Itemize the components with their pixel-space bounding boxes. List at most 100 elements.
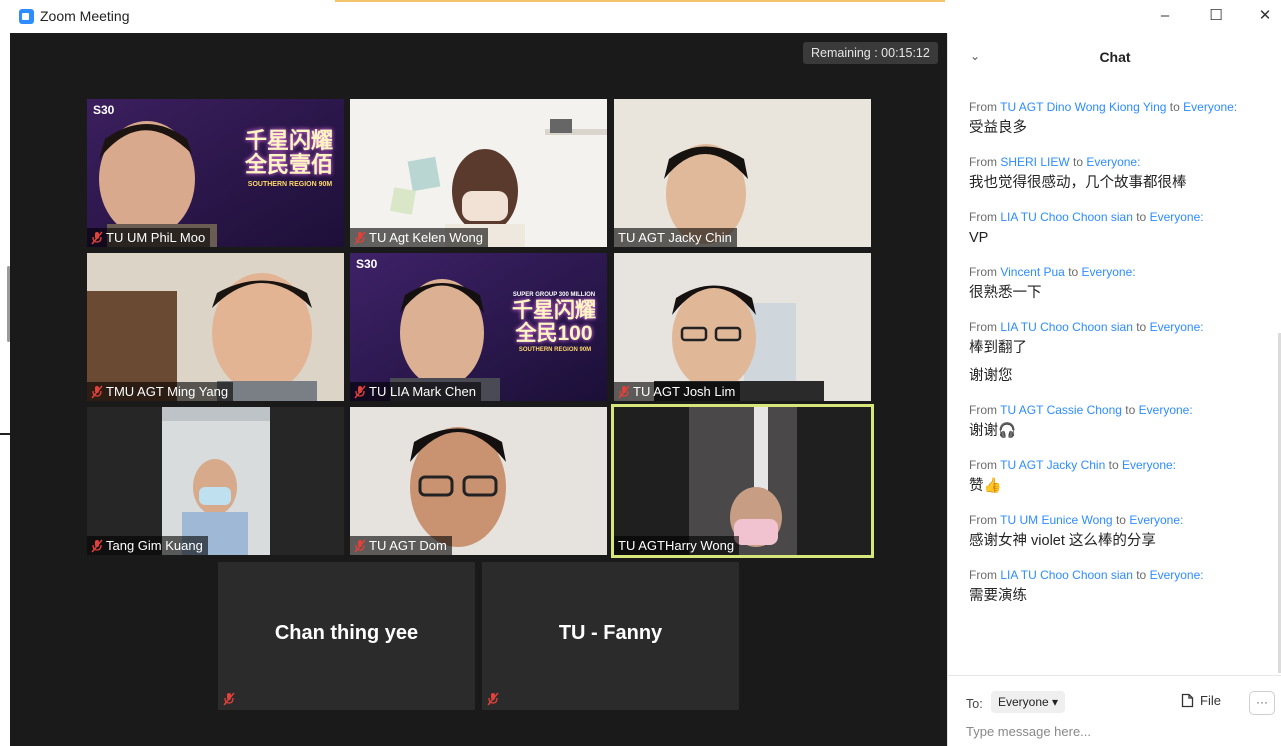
participant-name: TU AGT Jacky Chin <box>618 230 732 245</box>
recipient-name[interactable]: Everyone: <box>1082 265 1136 279</box>
recipient-name[interactable]: Everyone: <box>1183 100 1237 114</box>
chat-message: From SHERI LIEW to Everyone: 我也觉得很感动，几个故… <box>969 154 1269 193</box>
chat-message: From LIA TU Choo Choon sian to Everyone:… <box>969 209 1269 248</box>
participant-name: TU AGT Josh Lim <box>633 384 736 399</box>
recipient-select-value: Everyone <box>998 695 1049 709</box>
participant-name-label: TU LIA Mark Chen <box>350 382 481 401</box>
chat-message-text: 谢谢🎧 <box>969 423 1017 439</box>
from-label: From <box>969 458 997 472</box>
more-options-button[interactable]: ··· <box>1249 691 1275 715</box>
chat-title: Chat <box>1099 49 1131 65</box>
sender-name[interactable]: TU AGT Dino Wong Kiong Ying <box>1000 100 1166 114</box>
file-button-label: File <box>1200 693 1221 708</box>
from-label: From <box>969 320 997 334</box>
chat-message-text: 棒到翻了 <box>969 340 1027 356</box>
from-label: From <box>969 568 997 582</box>
video-frame <box>87 253 344 401</box>
sender-name[interactable]: LIA TU Choo Choon sian <box>1000 568 1133 582</box>
video-frame <box>614 253 871 401</box>
video-tile-tang-gim-kuang[interactable]: Tang Gim Kuang <box>87 407 344 555</box>
sender-name[interactable]: TU UM Eunice Wong <box>1000 513 1112 527</box>
recipient-name[interactable]: Everyone: <box>1150 210 1204 224</box>
close-button[interactable]: ✕ <box>1250 4 1280 28</box>
recipient-select[interactable]: Everyone ▾ <box>991 691 1066 713</box>
zoom-app-icon <box>19 9 34 24</box>
participant-name-label: TU AGT Jacky Chin <box>614 228 737 247</box>
recipient-name[interactable]: Everyone: <box>1139 403 1193 417</box>
chat-message: From TU UM Eunice Wong to Everyone: 感谢女神… <box>969 512 1269 551</box>
remaining-time-badge: Remaining : 00:15:12 <box>803 42 938 64</box>
participant-tile-no-video[interactable]: Chan thing yee <box>218 562 475 710</box>
chat-header: ⌄ Chat <box>948 33 1281 81</box>
sender-name[interactable]: TU AGT Cassie Chong <box>1000 403 1122 417</box>
participant-name-label: TMU AGT Ming Yang <box>87 382 234 401</box>
chat-composer: To: Everyone ▾ File ··· Type message her… <box>948 675 1281 746</box>
recipient-name[interactable]: Everyone: <box>1122 458 1176 472</box>
chat-message-text: 感谢女神 violet 这么棒的分享 <box>969 533 1156 549</box>
chat-message-text: VP <box>969 230 989 246</box>
minimize-button[interactable]: – <box>1150 4 1180 28</box>
to-label: to <box>1073 155 1084 169</box>
maximize-button[interactable]: ☐ <box>1201 4 1231 28</box>
from-label: From <box>969 403 997 417</box>
participant-name: TMU AGT Ming Yang <box>106 384 229 399</box>
chat-message-text: 我也觉得很感动，几个故事都很棒 <box>969 175 1187 191</box>
participant-name-label: TU UM PhiL Moo <box>87 228 211 247</box>
recipient-name[interactable]: Everyone: <box>1129 513 1183 527</box>
sender-name[interactable]: SHERI LIEW <box>1000 155 1069 169</box>
video-tile-harry-wong-active-speaker[interactable]: TU AGTHarry Wong <box>611 404 874 558</box>
mic-muted-icon <box>487 692 499 706</box>
message-input[interactable]: Type message here... <box>966 724 1091 739</box>
video-tile-mark-chen[interactable]: S30 SUPER GROUP 300 MILLION 千星闪耀 全民100 S… <box>350 253 607 401</box>
participant-display-name: Chan thing yee <box>274 622 419 644</box>
window-title: Zoom Meeting <box>40 8 130 24</box>
to-label: To: <box>966 697 983 711</box>
participant-name: TU AGT Dom <box>369 538 447 553</box>
chat-message: From TU AGT Dino Wong Kiong Ying to Ever… <box>969 99 1269 138</box>
mic-muted-icon <box>354 231 366 245</box>
video-frame <box>87 407 344 555</box>
chat-message-meta: From TU AGT Cassie Chong to Everyone: <box>969 402 1269 418</box>
event-banner-text: 千星闪耀 全民100 <box>512 299 596 345</box>
sender-name[interactable]: LIA TU Choo Choon sian <box>1000 210 1133 224</box>
file-icon <box>1181 693 1194 708</box>
video-tile-ming-yang[interactable]: TMU AGT Ming Yang <box>87 253 344 401</box>
chevron-down-icon: ▾ <box>1052 695 1059 709</box>
video-tile-josh-lim[interactable]: TU AGT Josh Lim <box>614 253 871 401</box>
from-label: From <box>969 155 997 169</box>
chat-message-meta: From Vincent Pua to Everyone: <box>969 264 1269 280</box>
sender-name[interactable]: TU AGT Jacky Chin <box>1000 458 1105 472</box>
video-frame <box>614 99 871 247</box>
mic-muted-icon <box>91 539 103 553</box>
event-banner-subtitle: SOUTHERN REGION 90M <box>518 347 592 353</box>
video-tile-phil-moo[interactable]: S30 千星闪耀 全民壹佰 SOUTHERN REGION 90M TU UM … <box>87 99 344 247</box>
chat-message: From TU AGT Cassie Chong to Everyone: 谢谢… <box>969 402 1269 441</box>
file-button[interactable]: File <box>1181 693 1221 708</box>
sender-name[interactable]: LIA TU Choo Choon sian <box>1000 320 1133 334</box>
recipient-name[interactable]: Everyone: <box>1150 320 1204 334</box>
participant-tile-no-video[interactable]: TU - Fanny <box>482 562 739 710</box>
video-tile-kelen-wong[interactable]: TU Agt Kelen Wong <box>350 99 607 247</box>
video-tile-dom[interactable]: TU AGT Dom <box>350 407 607 555</box>
video-frame <box>350 99 607 247</box>
from-label: From <box>969 100 997 114</box>
mic-muted-icon <box>91 385 103 399</box>
event-banner-top-text: SUPER GROUP 300 MILLION <box>512 292 596 298</box>
chat-message-text: 很熟悉一下 <box>969 285 1042 301</box>
event-logo: S30 <box>356 257 378 271</box>
video-tile-jacky-chin[interactable]: TU AGT Jacky Chin <box>614 99 871 247</box>
to-label: to <box>1169 100 1180 114</box>
sender-name[interactable]: Vincent Pua <box>1000 265 1065 279</box>
chat-message: From Vincent Pua to Everyone: 很熟悉一下 <box>969 264 1269 303</box>
event-logo: S30 <box>93 103 115 117</box>
recipient-name[interactable]: Everyone: <box>1150 568 1204 582</box>
participant-name-label: TU Agt Kelen Wong <box>350 228 488 247</box>
participant-name: TU Agt Kelen Wong <box>369 230 483 245</box>
participant-name: Tang Gim Kuang <box>106 538 203 553</box>
chat-message-meta: From SHERI LIEW to Everyone: <box>969 154 1269 170</box>
from-label: From <box>969 210 997 224</box>
recipient-name[interactable]: Everyone: <box>1086 155 1140 169</box>
to-label: to <box>1136 568 1147 582</box>
from-label: From <box>969 265 997 279</box>
to-label: to <box>1125 403 1136 417</box>
